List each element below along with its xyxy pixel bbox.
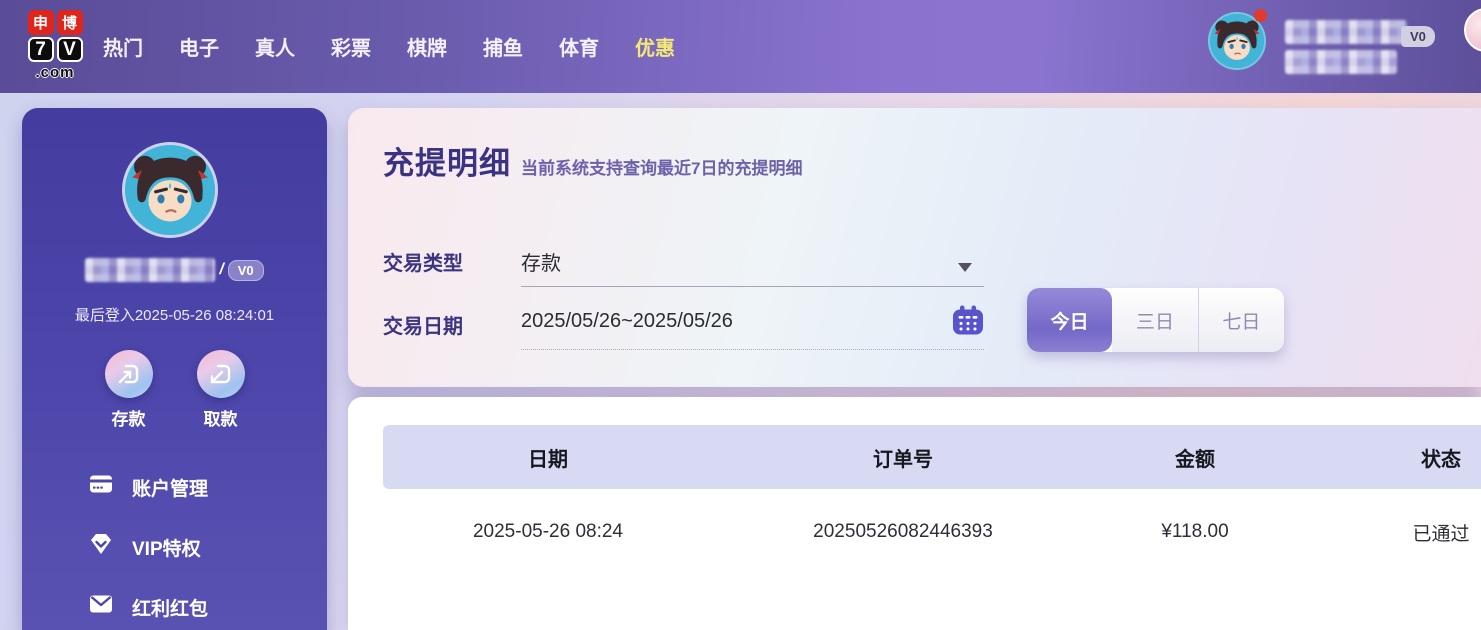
col-header-status: 状态 <box>1297 443 1481 472</box>
sidebar-menu: 账户管理 VIP特权 红利红包 <box>22 457 327 630</box>
range-today-button[interactable]: 今日 <box>1027 288 1112 352</box>
deposit-button[interactable]: 存款 <box>98 350 160 430</box>
vip-level-badge: V0 <box>1401 26 1435 47</box>
logo-char: 申 <box>28 10 54 35</box>
last-login-text: 最后登入2025-05-26 08:24:01 <box>22 304 327 325</box>
user-avatar <box>122 142 218 238</box>
transaction-type-select[interactable]: 存款 <box>521 241 984 287</box>
sidebar-item-account[interactable]: 账户管理 <box>22 457 327 517</box>
sidebar-username-row: / V0 <box>22 258 327 282</box>
col-header-amount: 金额 <box>1093 443 1297 472</box>
redacted-username <box>85 258 215 282</box>
nav-avatar[interactable] <box>1208 12 1266 70</box>
separator: / <box>219 261 223 279</box>
cell-order: 20250526082446393 <box>713 521 1093 543</box>
envelope-icon <box>88 591 114 623</box>
date-range-group: 今日 三日 七日 <box>1027 288 1284 352</box>
transaction-date-label: 交易日期 <box>383 310 463 339</box>
cell-status: 已通过 <box>1297 519 1481 546</box>
deposit-icon <box>105 350 153 398</box>
card-icon <box>88 471 114 503</box>
sidebar-item-bonus[interactable]: 红利红包 <box>22 577 327 630</box>
table-row: 2025-05-26 08:24 20250526082446393 ¥118.… <box>383 489 1481 575</box>
nav-item-fishing[interactable]: 捕鱼 <box>483 32 523 61</box>
gem-icon <box>88 531 114 563</box>
vip-level-badge: V0 <box>228 260 264 281</box>
notification-dot <box>1254 9 1267 22</box>
sidebar-item-label: 账户管理 <box>132 474 208 501</box>
nav-item-cards[interactable]: 棋牌 <box>407 32 447 61</box>
col-header-order: 订单号 <box>713 443 1093 472</box>
records-panel: 日期 订单号 金额 状态 2025-05-26 08:24 2025052608… <box>348 397 1481 630</box>
site-logo[interactable]: 申 博 7 V .com <box>25 10 85 81</box>
edge-avatar-partial[interactable] <box>1464 8 1481 52</box>
filter-panel: 充提明细 当前系统支持查询最近7日的充提明细 交易类型 存款 交易日期 2025… <box>348 108 1481 387</box>
nav-item-promo[interactable]: 优惠 <box>635 32 675 61</box>
transaction-type-value: 存款 <box>521 241 984 276</box>
withdraw-label: 取款 <box>190 405 252 430</box>
logo-char: 博 <box>57 10 83 35</box>
nav-user-info[interactable] <box>1285 20 1407 74</box>
chevron-down-icon <box>958 263 972 272</box>
col-header-date: 日期 <box>383 443 713 472</box>
redacted-username <box>1285 20 1407 44</box>
nav-item-sports[interactable]: 体育 <box>559 32 599 61</box>
withdraw-icon <box>197 350 245 398</box>
range-7day-button[interactable]: 七日 <box>1199 288 1284 352</box>
logo-suffix: .com <box>25 64 85 81</box>
deposit-label: 存款 <box>98 405 160 430</box>
cell-date: 2025-05-26 08:24 <box>383 521 713 543</box>
calendar-icon[interactable] <box>952 305 984 340</box>
nav-item-hot[interactable]: 热门 <box>103 32 143 61</box>
cell-amount: ¥118.00 <box>1093 521 1297 543</box>
main-nav: 热门 电子 真人 彩票 棋牌 捕鱼 体育 优惠 <box>103 0 675 93</box>
logo-char: 7 <box>28 37 54 62</box>
nav-item-live[interactable]: 真人 <box>255 32 295 61</box>
range-3day-button[interactable]: 三日 <box>1112 288 1198 352</box>
sidebar-item-label: VIP特权 <box>132 534 201 561</box>
avatar-illustration <box>125 145 215 235</box>
top-navbar: 申 博 7 V .com 热门 电子 真人 彩票 棋牌 捕鱼 体育 优惠 <box>0 0 1481 93</box>
page-subtitle: 当前系统支持查询最近7日的充提明细 <box>521 154 802 179</box>
sidebar-item-vip[interactable]: VIP特权 <box>22 517 327 577</box>
nav-item-lottery[interactable]: 彩票 <box>331 32 371 61</box>
page-title: 充提明细 <box>383 138 511 183</box>
panel-header: 充提明细 当前系统支持查询最近7日的充提明细 <box>383 138 802 183</box>
records-table: 日期 订单号 金额 状态 2025-05-26 08:24 2025052608… <box>383 425 1481 575</box>
avatar-illustration <box>1210 14 1264 68</box>
withdraw-button[interactable]: 取款 <box>190 350 252 430</box>
transaction-date-input[interactable]: 2025/05/26~2025/05/26 <box>521 304 984 350</box>
quick-actions: 存款 取款 <box>22 350 327 430</box>
transaction-date-value: 2025/05/26~2025/05/26 <box>521 304 984 333</box>
redacted-balance <box>1285 50 1397 74</box>
table-header: 日期 订单号 金额 状态 <box>383 425 1481 489</box>
profile-sidebar: / V0 最后登入2025-05-26 08:24:01 存款 取款 <box>22 108 327 630</box>
transaction-type-label: 交易类型 <box>383 247 463 276</box>
sidebar-item-label: 红利红包 <box>132 594 208 621</box>
nav-item-slots[interactable]: 电子 <box>179 32 219 61</box>
logo-char: V <box>57 37 83 62</box>
